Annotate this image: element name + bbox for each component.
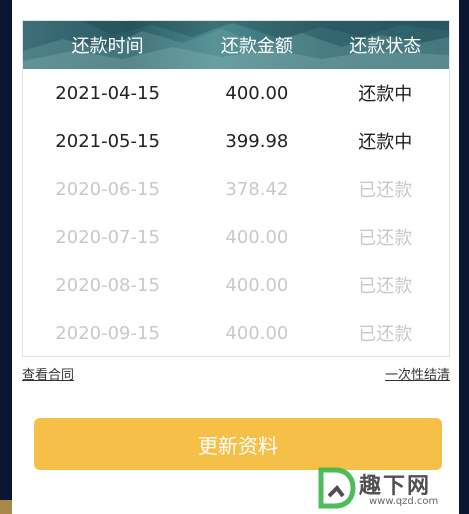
table-row: 2020-09-15 400.00 已还款 bbox=[23, 309, 449, 357]
cell-date: 2021-04-15 bbox=[55, 82, 160, 104]
table-row: 2020-06-15 378.42 已还款 bbox=[23, 165, 449, 213]
table-row: 2020-08-15 400.00 已还款 bbox=[23, 261, 449, 309]
cell-date: 2020-06-15 bbox=[55, 178, 160, 200]
watermark-logo-icon bbox=[318, 467, 356, 509]
contract-links: 查看合同 一次性结清 bbox=[22, 364, 450, 384]
cell-date: 2020-09-15 bbox=[55, 322, 160, 344]
repayment-panel: 还款时间 还款金额 还款状态 2021-04-15 400.00 还款中 202… bbox=[12, 0, 459, 514]
header-repayment-date: 还款时间 bbox=[71, 36, 144, 57]
cell-date: 2020-08-15 bbox=[55, 274, 160, 296]
header-repayment-amount: 还款金额 bbox=[220, 36, 293, 57]
table-row: 2020-07-15 400.00 已还款 bbox=[23, 213, 449, 261]
cell-amount: 400.00 bbox=[225, 274, 289, 296]
table-row: 2021-04-15 400.00 还款中 bbox=[23, 69, 449, 117]
background-right bbox=[459, 0, 469, 514]
cell-status: 已还款 bbox=[358, 180, 413, 201]
cell-amount: 400.00 bbox=[225, 322, 289, 344]
table-row: 2021-05-15 399.98 还款中 bbox=[23, 117, 449, 165]
cell-date: 2021-05-15 bbox=[55, 130, 160, 152]
update-info-button-label: 更新资料 bbox=[198, 433, 278, 458]
cell-status: 还款中 bbox=[358, 132, 413, 153]
cell-status: 已还款 bbox=[358, 228, 413, 249]
view-contract-link[interactable]: 查看合同 bbox=[22, 364, 74, 383]
header-repayment-status: 还款状态 bbox=[349, 36, 422, 57]
cell-amount: 399.98 bbox=[225, 130, 289, 152]
cell-status: 已还款 bbox=[358, 324, 413, 345]
cell-amount: 400.00 bbox=[225, 82, 289, 104]
table-header: 还款时间 还款金额 还款状态 bbox=[23, 21, 449, 69]
repayment-table: 还款时间 还款金额 还款状态 2021-04-15 400.00 还款中 202… bbox=[22, 20, 450, 357]
update-info-button[interactable]: 更新资料 bbox=[34, 418, 442, 470]
one-time-settle-link[interactable]: 一次性结清 bbox=[385, 364, 450, 383]
cell-status: 已还款 bbox=[358, 276, 413, 297]
cell-date: 2020-07-15 bbox=[55, 226, 160, 248]
cell-amount: 400.00 bbox=[225, 226, 289, 248]
watermark-url: www.qzd.com bbox=[369, 496, 439, 507]
background-left bbox=[0, 0, 12, 514]
watermark: 趣下网 www.qzd.com bbox=[315, 464, 455, 512]
cell-amount: 378.42 bbox=[225, 178, 289, 200]
cell-status: 还款中 bbox=[358, 84, 413, 105]
